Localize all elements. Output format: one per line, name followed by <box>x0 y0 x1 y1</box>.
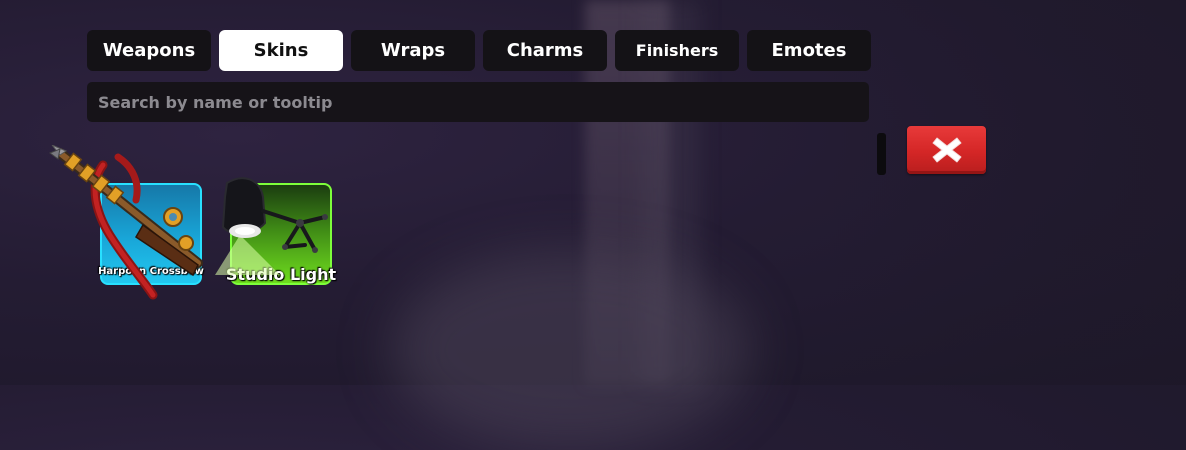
tab-finishers[interactable]: Finishers <box>615 30 739 71</box>
search-bar <box>87 82 869 122</box>
item-name: Harpoon Crossbow <box>98 266 204 277</box>
tab-charms[interactable]: Charms <box>483 30 607 71</box>
scrollbar[interactable] <box>877 133 886 175</box>
close-x-icon <box>932 137 961 163</box>
close-button[interactable] <box>907 126 986 174</box>
search-input[interactable] <box>96 91 869 113</box>
category-tabs: Weapons Skins Wraps Charms Finishers Emo… <box>87 30 871 71</box>
tab-wraps[interactable]: Wraps <box>351 30 475 71</box>
background-vignette <box>820 0 1186 385</box>
tab-weapons[interactable]: Weapons <box>87 30 211 71</box>
item-name: Studio Light <box>225 265 337 284</box>
tab-skins[interactable]: Skins <box>219 30 343 71</box>
item-card-harpoon-crossbow[interactable]: Harpoon Crossbow <box>98 183 204 285</box>
background-blob <box>390 250 750 450</box>
item-card-studio-light[interactable]: Studio Light <box>226 183 336 285</box>
tab-emotes[interactable]: Emotes <box>747 30 871 71</box>
